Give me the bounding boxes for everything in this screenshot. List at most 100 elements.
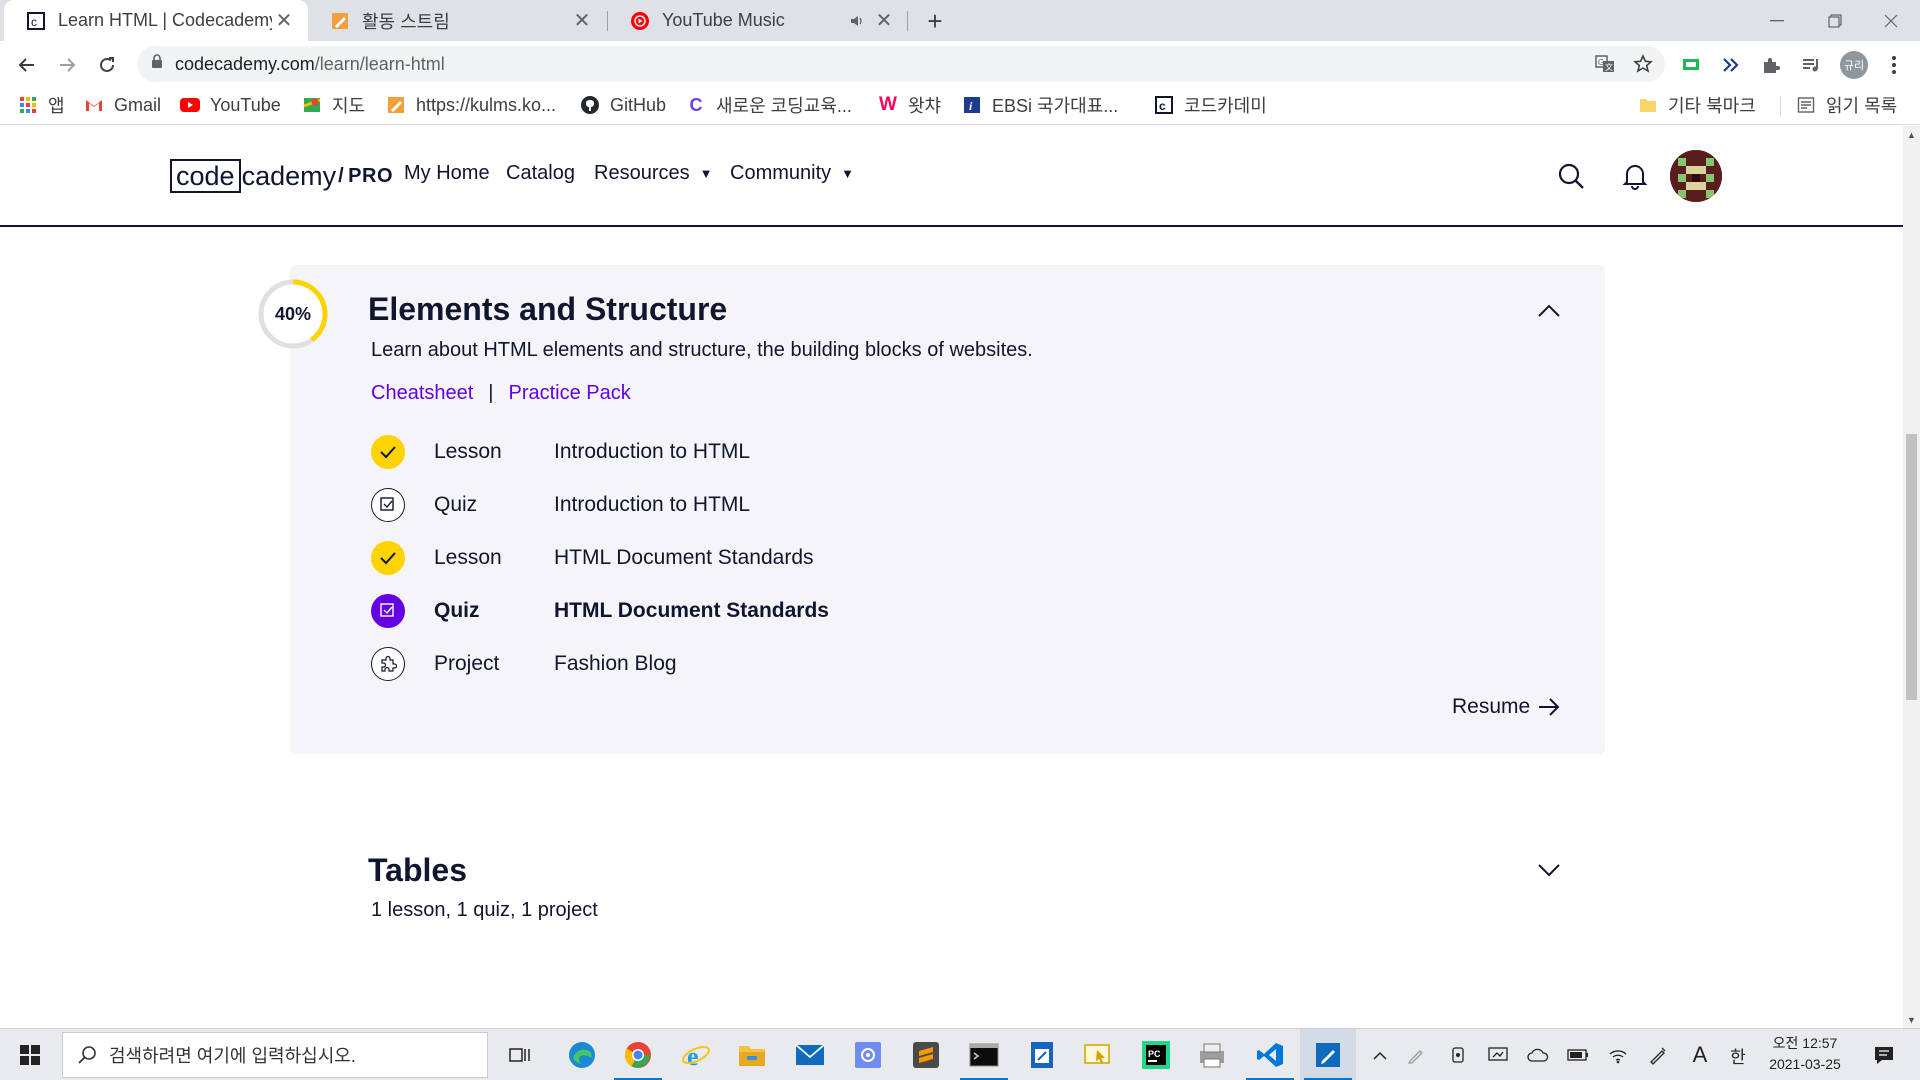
document-viewer-icon[interactable] [1014, 1029, 1070, 1080]
bookmark-coding-edu[interactable]: C 새로운 코딩교육... [686, 88, 852, 122]
bookmark-watcha[interactable]: W 왓챠 [878, 88, 941, 122]
nav-community[interactable]: Community ▼ [730, 162, 854, 185]
youtube-icon [180, 95, 200, 115]
item-name: HTML Document Standards [554, 546, 814, 569]
windows-start-icon[interactable] [2, 1029, 58, 1080]
new-tab-button[interactable]: + [918, 4, 952, 38]
logo-slash: / [338, 164, 345, 187]
mail-icon[interactable] [782, 1029, 838, 1080]
bookmark-maps[interactable]: 지도 [302, 88, 365, 122]
practice-pack-link[interactable]: Practice Pack [509, 382, 631, 405]
settings-app-icon[interactable] [840, 1029, 896, 1080]
profile-avatar[interactable]: 규리 [1836, 47, 1872, 83]
back-arrow-icon[interactable] [9, 47, 45, 83]
search-icon[interactable] [1551, 156, 1591, 196]
address-bar[interactable]: codecademy.com/learn/learn-html G文 [137, 46, 1665, 82]
content-item-row[interactable]: Quiz Introduction to HTML [371, 487, 750, 523]
minimize-icon[interactable] [1748, 0, 1806, 41]
bookmark-kulms[interactable]: https://kulms.ko... [386, 88, 556, 122]
task-view-icon[interactable] [492, 1029, 548, 1080]
avatar[interactable] [1670, 150, 1722, 202]
reading-list[interactable]: 읽기 목록 [1796, 88, 1897, 122]
close-icon[interactable]: ✕ [272, 9, 296, 33]
browser-tab-strip: c Learn HTML | Codecademy ✕ 활동 스트림 ✕ You… [0, 0, 1920, 41]
content-item-row[interactable]: Lesson Introduction to HTML [371, 434, 750, 470]
internet-explorer-icon[interactable]: e [668, 1029, 724, 1080]
pen-workspace-icon[interactable] [1642, 1029, 1674, 1080]
bell-icon[interactable] [1615, 156, 1655, 196]
sublime-text-icon[interactable] [898, 1029, 954, 1080]
codecademy-pro-logo[interactable]: code cademy / PRO [170, 156, 393, 196]
puzzle-icon[interactable] [1753, 47, 1789, 83]
bookmark-gmail[interactable]: Gmail [84, 88, 161, 122]
item-name: Introduction to HTML [554, 440, 751, 463]
kebab-menu-icon[interactable] [1876, 47, 1912, 83]
battery-icon[interactable] [1562, 1029, 1594, 1080]
bookmark-other[interactable]: 기타 북마크 [1638, 88, 1756, 122]
extension-monitor-icon[interactable] [1673, 47, 1709, 83]
resume-button[interactable]: Resume [1452, 695, 1560, 719]
pycharm-icon[interactable]: PC [1128, 1029, 1184, 1080]
url-path: /learn/learn-html [314, 53, 445, 74]
cheatsheet-link[interactable]: Cheatsheet [371, 382, 473, 405]
speaker-icon[interactable] [846, 14, 868, 28]
bookmark-label: 지도 [332, 96, 366, 116]
restore-icon[interactable] [1806, 0, 1864, 41]
bookmark-label: 왓챠 [908, 96, 942, 116]
printer-app-icon[interactable] [1184, 1029, 1240, 1080]
nav-label: Catalog [506, 162, 575, 184]
terminal-icon[interactable] [956, 1029, 1012, 1080]
svg-text:c: c [31, 15, 37, 29]
lock-icon[interactable] [151, 54, 163, 74]
taskbar-search-input[interactable]: 검색하려면 여기에 입력하십시오. [62, 1032, 488, 1078]
translate-icon[interactable]: G文 [1587, 46, 1623, 82]
bookmark-youtube[interactable]: YouTube [180, 88, 281, 122]
edge-browser-icon[interactable] [554, 1029, 610, 1080]
bookmark-ebsi[interactable]: i EBSi 국가대표... [962, 88, 1118, 122]
ime-language-indicator[interactable]: 한 [1722, 1029, 1754, 1080]
content-item-row-current[interactable]: Quiz HTML Document Standards [371, 593, 829, 629]
tab-learn-html[interactable]: c Learn HTML | Codecademy ✕ [4, 0, 308, 41]
taskbar-clock[interactable]: 오전 12:57 2021-03-25 [1760, 1033, 1850, 1075]
scroll-down-icon[interactable]: ▼ [1903, 1011, 1920, 1028]
nav-catalog[interactable]: Catalog [506, 162, 575, 185]
close-window-icon[interactable] [1862, 0, 1920, 41]
link-separator: | [488, 382, 494, 404]
nav-resources[interactable]: Resources ▼ [594, 162, 712, 185]
content-item-row[interactable]: Project Fashion Blog [371, 646, 677, 682]
extension-chevrons-icon[interactable] [1713, 47, 1749, 83]
tray-display-icon[interactable] [1482, 1029, 1514, 1080]
chevron-up-icon[interactable] [1364, 1029, 1396, 1080]
chrome-icon[interactable] [610, 1029, 666, 1080]
ime-mode-a[interactable]: A [1686, 1029, 1714, 1080]
vscode-icon[interactable] [1242, 1029, 1298, 1080]
notepad-active-icon[interactable] [1300, 1029, 1356, 1080]
tab-youtube-music[interactable]: YouTube Music ✕ [608, 0, 908, 41]
wifi-icon[interactable] [1602, 1029, 1634, 1080]
chevron-down-icon[interactable] [1533, 854, 1565, 886]
reload-icon[interactable] [89, 47, 125, 83]
onedrive-icon[interactable] [1522, 1029, 1554, 1080]
star-icon[interactable] [1625, 46, 1661, 82]
bookmark-apps[interactable]: 앱 [18, 88, 65, 122]
module-title-tables: Tables [368, 852, 467, 888]
forward-arrow-icon[interactable] [49, 47, 85, 83]
pen-icon[interactable] [1400, 1029, 1432, 1080]
svg-text:文: 文 [1605, 62, 1613, 72]
close-icon[interactable]: ✕ [570, 9, 594, 33]
tab-activity-stream[interactable]: 활동 스트림 ✕ [308, 0, 606, 41]
notification-center-icon[interactable] [1864, 1029, 1904, 1080]
content-item-row[interactable]: Lesson HTML Document Standards [371, 540, 814, 576]
tray-device-icon[interactable] [1442, 1029, 1474, 1080]
close-icon[interactable]: ✕ [872, 9, 896, 33]
page-scrollbar[interactable]: ▲ ▼ [1903, 126, 1920, 1028]
media-playlist-icon[interactable] [1793, 47, 1829, 83]
nav-my-home[interactable]: My Home [404, 162, 490, 185]
scroll-up-icon[interactable]: ▲ [1903, 126, 1920, 143]
chevron-up-icon[interactable] [1533, 294, 1565, 326]
bookmark-github[interactable]: GitHub [580, 88, 666, 122]
scrollbar-thumb[interactable] [1906, 434, 1917, 700]
screen-capture-icon[interactable] [1070, 1029, 1126, 1080]
bookmark-codecademy[interactable]: c 코드카데미 [1154, 88, 1267, 122]
file-explorer-icon[interactable] [724, 1029, 780, 1080]
